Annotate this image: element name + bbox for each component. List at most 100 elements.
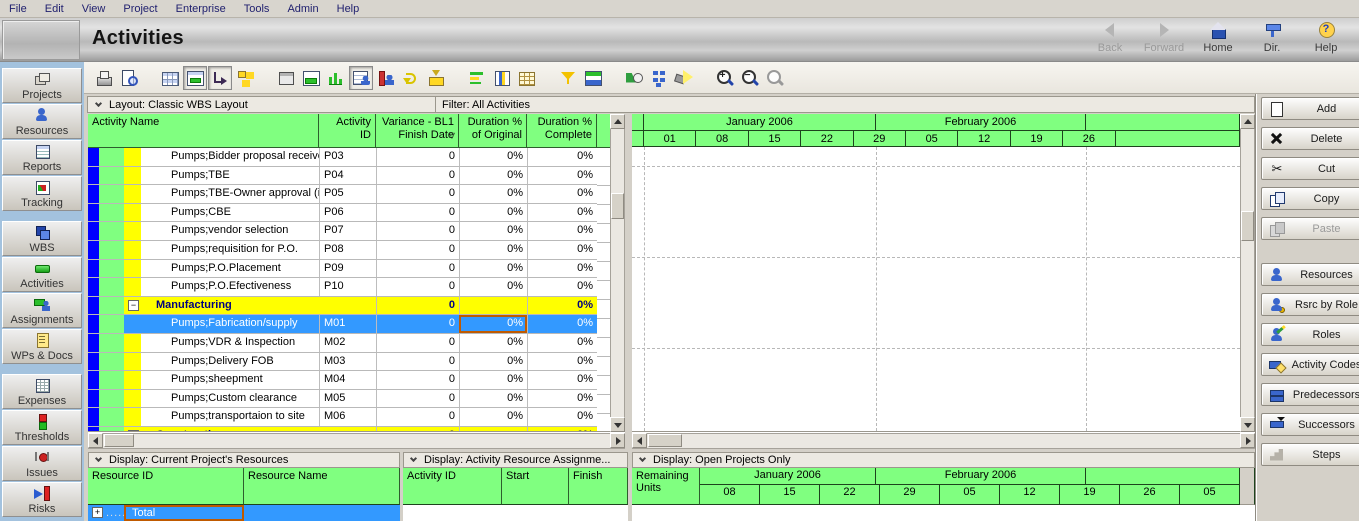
layout-options-button[interactable] xyxy=(581,66,605,90)
scroll-up-button[interactable] xyxy=(610,114,625,129)
zoom-out-button[interactable]: − xyxy=(738,66,762,90)
timescale-week[interactable]: 05 xyxy=(940,485,1000,505)
copy-button[interactable]: Copy xyxy=(1261,187,1359,210)
timescale-month[interactable]: February 2006 xyxy=(876,114,1086,131)
menu-item-tools[interactable]: Tools xyxy=(235,2,279,16)
sidebar-item-resources[interactable]: Resources xyxy=(2,104,82,139)
timescale-month[interactable] xyxy=(1086,468,1240,485)
spotlight-button[interactable] xyxy=(672,66,696,90)
delete-button[interactable]: Delete xyxy=(1261,127,1359,150)
print-preview-button[interactable] xyxy=(117,66,141,90)
timescale-week[interactable]: 19 xyxy=(1010,131,1064,147)
expand-toggle[interactable]: + xyxy=(92,507,103,518)
group-sort-button[interactable] xyxy=(465,66,489,90)
table-row[interactable]: Pumps;transportaion to site M06 0 0% 0% xyxy=(88,408,597,427)
zoom-in-button[interactable]: + xyxy=(713,66,737,90)
sidebar-item-projects[interactable]: Projects xyxy=(2,68,82,103)
roles-button[interactable]: Roles xyxy=(1261,323,1359,346)
schedule-button[interactable] xyxy=(622,66,646,90)
column-header-resource-name[interactable]: Resource Name xyxy=(244,468,400,505)
column-header-duration-complete[interactable]: Duration % Complete xyxy=(527,114,597,148)
gantt-hscrollbar[interactable] xyxy=(632,433,1255,449)
timescale-week[interactable]: 29 xyxy=(853,131,906,147)
table-row[interactable]: Pumps;sheepment M04 0 0% 0% xyxy=(88,371,597,390)
activity-network-button[interactable] xyxy=(233,66,257,90)
filter-selector[interactable]: Filter: All Activities xyxy=(436,97,1254,112)
menu-item-project[interactable]: Project xyxy=(114,2,166,16)
column-header-variance-bl1-finish-date[interactable]: Variance - BL1 Finish Date ▽ xyxy=(376,114,459,148)
table-row[interactable]: Pumps;TBE-Owner approval (if a P05 0 0% 0% xyxy=(88,185,597,204)
timescale-week[interactable]: 29 xyxy=(880,485,940,505)
table-row[interactable]: Pumps;VDR & Inspection M02 0 0% 0% xyxy=(88,334,597,353)
steps-button[interactable]: Steps xyxy=(1261,443,1359,466)
print-button[interactable] xyxy=(92,66,116,90)
activity-codes-button[interactable]: Activity Codes xyxy=(1261,353,1359,376)
sidebar-item-tracking[interactable]: Tracking xyxy=(2,176,82,211)
timescale-week[interactable]: 19 xyxy=(1060,485,1120,505)
nav-help-button[interactable]: ? Help xyxy=(1299,22,1353,54)
column-header-finish[interactable]: Finish xyxy=(569,468,628,505)
table-row[interactable]: Pumps;P.O.Placement P09 0 0% 0% xyxy=(88,259,597,279)
resources-panel-title[interactable]: Display: Current Project's Resources xyxy=(88,452,400,468)
nav-home-button[interactable]: Home xyxy=(1191,22,1245,54)
cut-button[interactable]: ✂ Cut xyxy=(1261,157,1359,180)
scroll-thumb[interactable] xyxy=(1241,211,1254,241)
timescale-week[interactable]: 15 xyxy=(748,131,802,147)
successors-button[interactable]: Successors xyxy=(1261,413,1359,436)
scroll-thumb[interactable] xyxy=(648,434,682,447)
scroll-thumb[interactable] xyxy=(611,193,624,219)
column-header-start[interactable]: Start xyxy=(502,468,569,505)
total-row[interactable]: +..... Total xyxy=(88,505,400,521)
column-header-resource-id[interactable]: Resource ID xyxy=(88,468,244,505)
timescale-week[interactable]: 05 xyxy=(1180,485,1240,505)
table-row[interactable]: Pumps;Bidder proposal received P03 0 0% 0% xyxy=(88,148,597,167)
menu-item-help[interactable]: Help xyxy=(328,2,369,16)
sidebar-item-wbs[interactable]: WBS xyxy=(2,221,82,256)
timescale-week[interactable]: 26 xyxy=(1063,131,1116,147)
trace-logic-button[interactable] xyxy=(208,65,232,90)
timescale-week[interactable]: 22 xyxy=(801,131,854,147)
scroll-down-button[interactable] xyxy=(610,417,625,432)
collapse-toggle[interactable]: − xyxy=(128,430,139,431)
table-row[interactable]: Pumps;TBE P04 0 0% 0% xyxy=(88,166,597,186)
resource-profile-button[interactable] xyxy=(374,66,398,90)
table-button[interactable] xyxy=(158,66,182,90)
gantt-layout-button[interactable] xyxy=(183,65,207,90)
timescale-month[interactable] xyxy=(1086,114,1240,131)
global-change-button[interactable] xyxy=(647,66,671,90)
gantt-chart-button[interactable] xyxy=(299,66,323,90)
menu-item-file[interactable]: File xyxy=(0,2,36,16)
timescale-week[interactable]: 12 xyxy=(1000,485,1060,505)
timescale-week[interactable]: 22 xyxy=(820,485,880,505)
table-row[interactable]: Pumps;vendor selection P07 0 0% 0% xyxy=(88,222,597,241)
table-row[interactable]: Pumps;P.O.Efectiveness P10 0 0% 0% xyxy=(88,278,597,297)
table-row[interactable]: Pumps;requisition for P.O. P08 0 0% 0% xyxy=(88,241,597,260)
table-row[interactable]: Pumps;CBE P06 0 0% 0% xyxy=(88,203,597,223)
timescale-month[interactable]: February 2006 xyxy=(876,468,1086,485)
scroll-left-button[interactable] xyxy=(88,433,103,448)
column-header-duration-of-original[interactable]: Duration % of Original xyxy=(459,114,527,148)
timescale-week[interactable]: 01 xyxy=(644,131,697,147)
scroll-up-button[interactable] xyxy=(1240,114,1255,129)
reorganize-button[interactable] xyxy=(399,66,423,90)
timescale-week[interactable]: 08 xyxy=(696,131,749,147)
menu-item-edit[interactable]: Edit xyxy=(36,2,73,16)
scroll-right-button[interactable] xyxy=(610,433,625,448)
sidebar-item-expenses[interactable]: Expenses xyxy=(2,374,82,409)
layout-selector[interactable]: Layout: Classic WBS Layout xyxy=(88,97,436,112)
scroll-right-button[interactable] xyxy=(1240,433,1255,448)
column-header-remaining-units[interactable]: Remaining Units xyxy=(632,468,700,505)
usage-panel-title[interactable]: Display: Open Projects Only xyxy=(632,452,1255,468)
menu-item-enterprise[interactable]: Enterprise xyxy=(167,2,235,16)
table-row[interactable]: Pumps;Fabrication/supply M01 0 0% 0% xyxy=(88,315,597,334)
menu-item-admin[interactable]: Admin xyxy=(278,2,327,16)
top-window-button[interactable] xyxy=(274,66,298,90)
gantt-vscrollbar[interactable] xyxy=(1240,114,1255,432)
assignments-panel-title[interactable]: Display: Activity Resource Assignme... xyxy=(403,452,628,468)
timescale-month[interactable]: January 2006 xyxy=(700,468,876,485)
group-row[interactable]: − Manufacturing 0 0% xyxy=(88,296,597,316)
columns-button[interactable] xyxy=(490,66,514,90)
scroll-left-button[interactable] xyxy=(632,433,647,448)
column-header-activity-id[interactable]: Activity ID xyxy=(319,114,376,148)
group-row[interactable]: − Constructin 0 0% xyxy=(88,427,597,431)
